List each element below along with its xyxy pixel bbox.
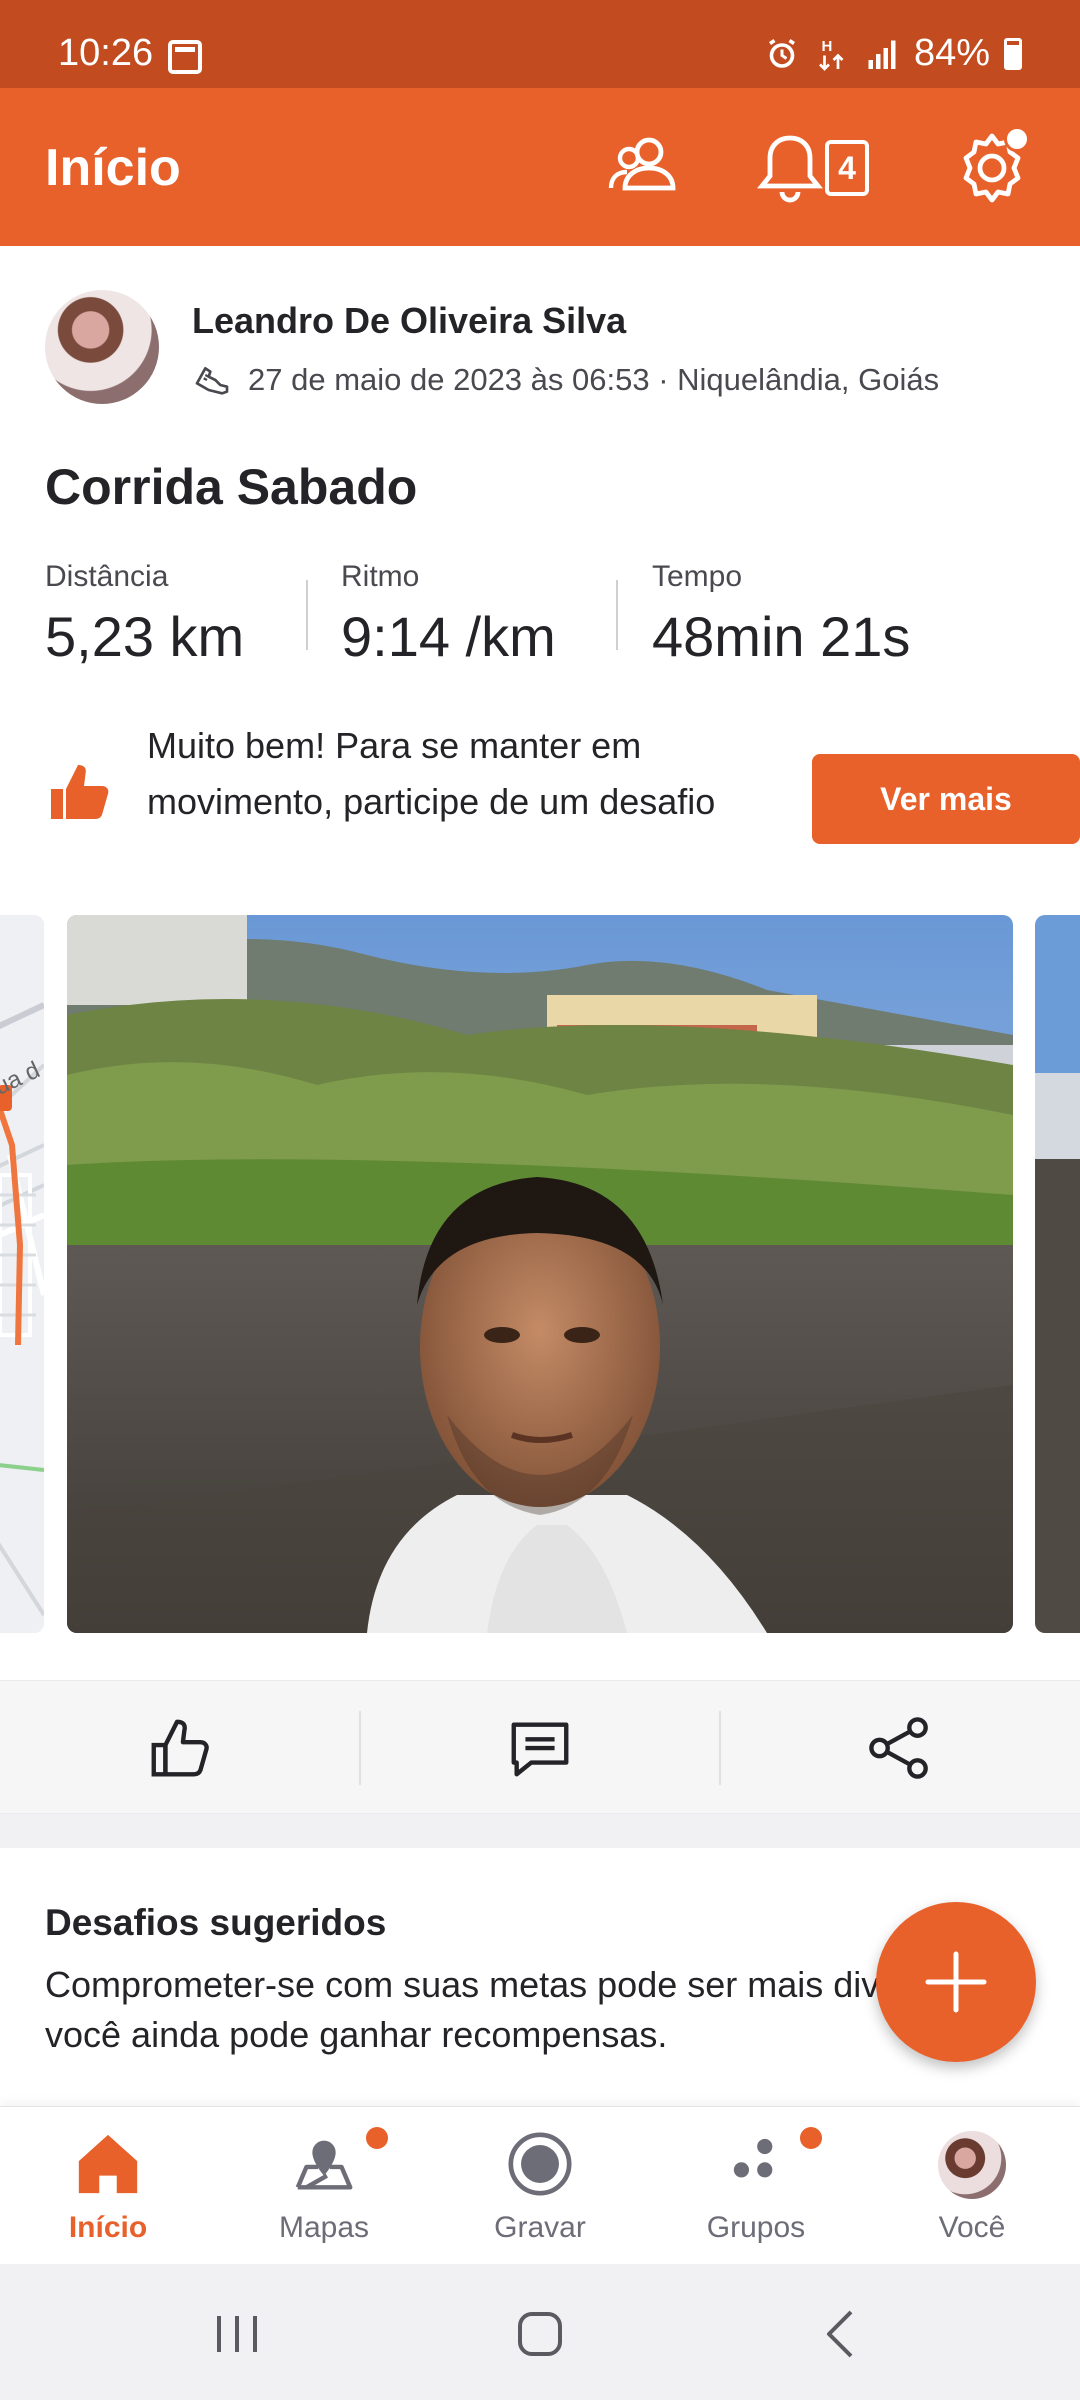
suggested-challenges-title: Desafios sugeridos xyxy=(45,1902,387,1943)
stat-value: 48min 21s xyxy=(652,605,911,668)
stat-value: 9:14 /km xyxy=(341,605,556,668)
friends-icon[interactable] xyxy=(605,128,685,208)
see-more-button[interactable]: Ver mais xyxy=(812,754,1080,844)
route-map-slide[interactable]: ua d xyxy=(0,915,44,1633)
notification-count-badge[interactable]: 4 xyxy=(825,140,869,196)
stat-pace: Ritmo 9:14 /km xyxy=(341,560,556,669)
stat-time: Tempo 48min 21s xyxy=(652,560,910,669)
activity-title[interactable]: Corrida Sabado xyxy=(45,458,417,516)
challenge-promo: Muito bem! Para se manter em movimento, … xyxy=(45,718,1080,878)
app-header: Início 4 xyxy=(0,88,1080,246)
nav-label: Mapas xyxy=(278,2211,370,2244)
author-name[interactable]: Leandro De Oliveira Silva xyxy=(192,300,626,342)
home-icon xyxy=(78,2134,138,2194)
activity-photo[interactable] xyxy=(67,915,1013,1633)
nav-label: Grupos xyxy=(706,2211,806,2244)
map-pin-icon xyxy=(295,2140,353,2190)
nav-item-maps[interactable]: Mapas xyxy=(216,2107,432,2265)
media-carousel[interactable]: ua d xyxy=(0,915,1080,1637)
stat-distance: Distância 5,23 km xyxy=(45,560,244,669)
svg-text:H: H xyxy=(821,38,832,55)
data-transfer-icon: H xyxy=(818,38,844,71)
thumbs-up-icon xyxy=(51,765,109,819)
stat-label: Tempo xyxy=(652,560,743,593)
notifications-bell-icon[interactable] xyxy=(750,128,830,208)
add-fab-button[interactable] xyxy=(876,1902,1036,2062)
thumbs-up-outline-icon xyxy=(151,1719,209,1777)
promo-text: Muito bem! Para se manter em movimento, … xyxy=(147,725,716,822)
route-map-image xyxy=(0,915,44,1633)
selfie-photo-image xyxy=(67,915,1013,1633)
alarm-icon xyxy=(768,38,795,68)
signal-icon xyxy=(868,40,896,69)
battery-percentage: 84% xyxy=(913,32,990,74)
status-indicators: H 84% xyxy=(764,32,1022,75)
activity-date-location: 27 de maio de 2023 às 06:53 · Niquelândi… xyxy=(248,362,940,397)
battery-icon xyxy=(1004,37,1022,70)
share-button[interactable] xyxy=(720,1681,1080,1815)
system-navigation-bar xyxy=(0,2264,1080,2400)
nav-label: Você xyxy=(938,2211,1006,2244)
comment-icon xyxy=(511,1722,569,1777)
status-time: 10:26 xyxy=(58,32,154,74)
stat-label: Ritmo xyxy=(341,560,420,593)
calendar-icon xyxy=(168,40,202,74)
comment-button[interactable] xyxy=(360,1681,720,1815)
section-divider xyxy=(0,1814,1080,1848)
stat-divider xyxy=(616,580,618,650)
maps-notification-dot xyxy=(366,2127,388,2149)
post-actions xyxy=(0,1680,1080,1814)
stat-label: Distância xyxy=(45,560,169,593)
stat-divider xyxy=(306,580,308,650)
running-shoe-icon xyxy=(195,367,229,395)
nav-item-home[interactable]: Início xyxy=(0,2107,216,2265)
author-avatar[interactable] xyxy=(45,290,159,404)
record-icon xyxy=(508,2132,572,2196)
status-bar: 10:26 H 84% xyxy=(0,0,1080,88)
back-icon[interactable] xyxy=(803,2294,883,2374)
groups-notification-dot xyxy=(800,2127,822,2149)
kudos-button[interactable] xyxy=(0,1681,360,1815)
activity-stats: Distância 5,23 km Ritmo 9:14 /km Tempo 4… xyxy=(45,560,1045,680)
nav-item-groups[interactable]: Grupos xyxy=(648,2107,864,2265)
next-photo-slide[interactable] xyxy=(1035,915,1080,1633)
groups-icon xyxy=(733,2138,773,2178)
home-button-icon[interactable] xyxy=(500,2294,580,2374)
stat-value: 5,23 km xyxy=(45,605,245,668)
nav-label: Início xyxy=(68,2211,148,2244)
settings-notification-dot xyxy=(1004,126,1030,152)
recent-apps-icon[interactable] xyxy=(197,2294,277,2374)
nav-item-record[interactable]: Gravar xyxy=(432,2107,648,2265)
page-title: Início xyxy=(45,139,181,197)
activity-meta: 27 de maio de 2023 às 06:53 · Niquelândi… xyxy=(192,360,939,400)
nav-item-you[interactable]: Você xyxy=(864,2107,1080,2265)
bottom-navigation: Início Mapas Gravar Grupos Você xyxy=(0,2106,1080,2264)
avatar xyxy=(938,2131,1006,2199)
plus-icon xyxy=(925,1951,987,2013)
nav-label: Gravar xyxy=(494,2211,586,2244)
share-icon xyxy=(869,1717,928,1779)
